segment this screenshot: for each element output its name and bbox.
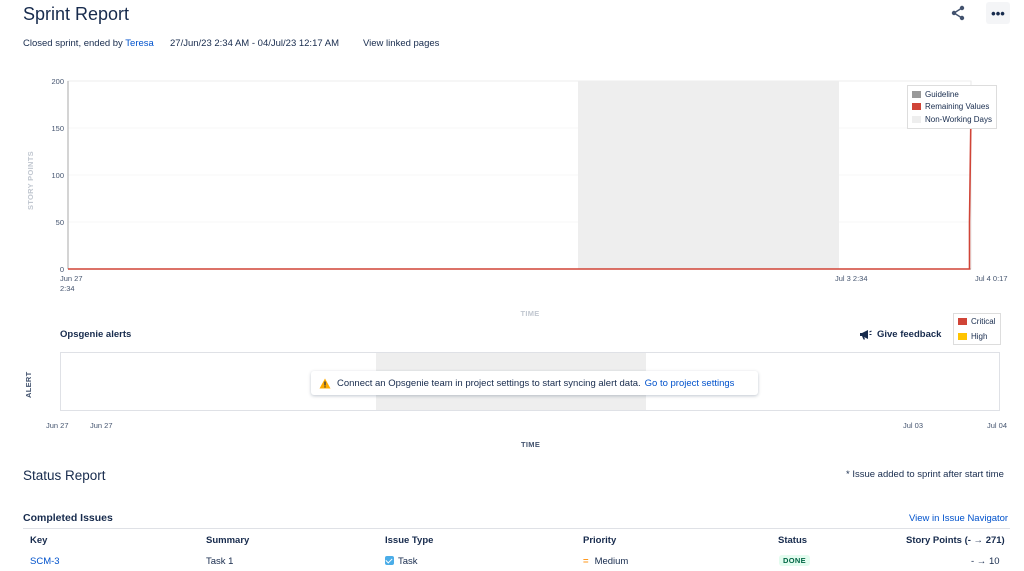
x-tick-mid: Jul 3 2:34 (835, 274, 868, 283)
share-icon (951, 5, 965, 21)
sprint-meta: Closed sprint, ended by Teresa (23, 38, 154, 49)
give-feedback-button[interactable]: Give feedback (859, 329, 941, 340)
alert-x-tick: Jul 03 (903, 421, 924, 430)
sprint-meta-prefix: Closed sprint, ended by (23, 38, 123, 49)
burndown-legend: Guideline Remaining Values Non-Working D… (907, 85, 997, 129)
completed-issues-title: Completed Issues (23, 512, 113, 524)
nonworking-swatch (912, 115, 921, 123)
y-tick: 100 (51, 171, 64, 180)
more-actions-button[interactable]: ••• (986, 2, 1010, 24)
legend-item-guideline: Guideline (908, 88, 996, 101)
sprint-date-range: 27/Jun/23 2:34 AM - 04/Jul/23 12:17 AM (170, 38, 340, 49)
table-divider (23, 528, 1010, 529)
alert-x-tick: Jun 27 (46, 421, 69, 430)
col-header-key[interactable]: Key (30, 535, 47, 546)
col-header-story-points[interactable]: Story Points (- → 271) (906, 535, 1005, 546)
issue-priority-label: Medium (594, 556, 629, 567)
y-axis-title: STORY POINTS (26, 151, 35, 210)
alert-x-tick: Jun 27 (90, 421, 113, 430)
legend-label: Critical (971, 317, 996, 326)
legend-label: Non-Working Days (925, 114, 992, 124)
warning-icon (319, 378, 331, 388)
y-tick: 0 (60, 265, 64, 274)
opsgenie-message-text: Connect an Opsgenie team in project sett… (337, 377, 641, 389)
status-badge: DONE (779, 555, 810, 566)
more-icon: ••• (991, 5, 1005, 21)
sprint-user-link[interactable]: Teresa (125, 38, 154, 49)
issue-type-label: Task (398, 556, 418, 567)
opsgenie-connect-message: Connect an Opsgenie team in project sett… (311, 371, 758, 395)
page-title: Sprint Report (23, 4, 130, 24)
legend-label: Remaining Values (925, 102, 990, 112)
x-tick-start: Jun 27 (60, 274, 83, 283)
legend-item-high: High (954, 329, 1000, 344)
y-tick: 200 (51, 77, 64, 86)
legend-label: Guideline (925, 89, 959, 99)
burndown-chart: 200 150 100 50 0 Jun 27 2:34 Jul 3 2:34 … (26, 77, 1008, 318)
status-note: * Issue added to sprint after start time (846, 469, 1004, 480)
view-linked-pages-link[interactable]: View linked pages (363, 38, 439, 49)
legend-item-nonworking: Non-Working Days (908, 113, 996, 126)
legend-item-remaining: Remaining Values (908, 101, 996, 114)
legend-item-critical: Critical (954, 314, 1000, 329)
remaining-swatch (912, 103, 921, 111)
megaphone-icon (860, 330, 872, 340)
x-axis-title: TIME (520, 309, 539, 318)
issue-key-link[interactable]: SCM-3 (30, 556, 60, 567)
alert-y-axis-title-wrap: ALERT (24, 372, 51, 407)
alert-y-axis-title: ALERT (24, 371, 33, 399)
alert-x-tick: Jul 04 (987, 421, 1008, 430)
priority-medium-icon: = (583, 556, 589, 567)
issue-story-points: - → 10 (971, 556, 1000, 567)
guideline-swatch (912, 90, 921, 98)
opsgenie-title: Opsgenie alerts (60, 329, 132, 340)
give-feedback-label: Give feedback (877, 329, 942, 340)
col-header-status[interactable]: Status (778, 535, 807, 546)
alert-legend: Critical High (953, 313, 1001, 345)
legend-label: High (971, 332, 988, 341)
col-header-summary[interactable]: Summary (206, 535, 249, 546)
x-tick-end: Jul 4 0:17 (975, 274, 1008, 283)
share-button[interactable] (947, 3, 969, 23)
view-in-issue-navigator-link[interactable]: View in Issue Navigator (909, 513, 1008, 524)
critical-swatch (958, 318, 967, 325)
y-tick: 150 (51, 124, 64, 133)
alert-x-axis-title: TIME (521, 440, 541, 449)
issue-type: Task (385, 556, 418, 567)
task-icon (385, 556, 394, 565)
issue-priority: = Medium (583, 556, 628, 567)
go-to-project-settings-link[interactable]: Go to project settings (645, 378, 735, 389)
x-tick-start-time: 2:34 (60, 284, 75, 293)
col-header-issue-type[interactable]: Issue Type (385, 535, 433, 546)
high-swatch (958, 333, 967, 340)
issue-summary: Task 1 (206, 556, 234, 567)
y-tick: 50 (56, 218, 64, 227)
status-report-title: Status Report (23, 468, 106, 483)
col-header-priority[interactable]: Priority (583, 535, 616, 546)
issue-status: DONE (779, 555, 810, 566)
